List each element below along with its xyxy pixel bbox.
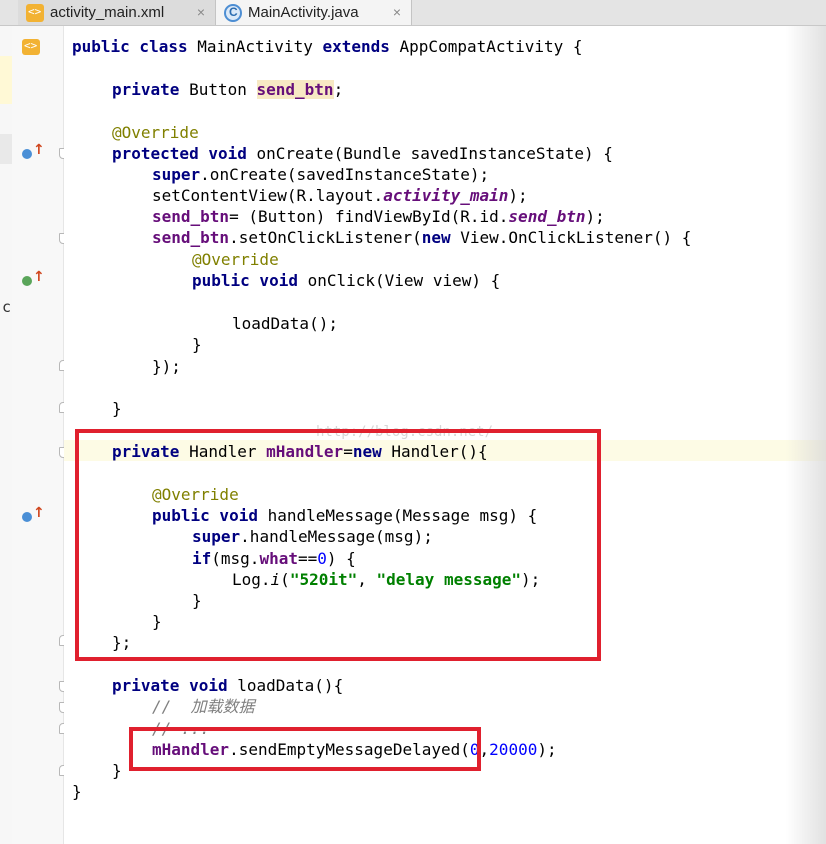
- close-tab-icon[interactable]: ×: [393, 4, 401, 20]
- tab-label: activity_main.xml: [50, 4, 165, 21]
- xml-file-icon: [26, 3, 44, 22]
- code-line-25: // 加载数据: [152, 697, 255, 716]
- editor-gutter: ↑ ↑ ↑: [12, 26, 68, 844]
- tab-main-activity-java[interactable]: MainActivity.java ×: [216, 0, 412, 25]
- code-line-11: loadData();: [232, 314, 338, 333]
- code-line-6: setContentView(R.layout.activity_main);: [152, 186, 528, 205]
- tab-activity-main-xml[interactable]: activity_main.xml ×: [18, 0, 216, 25]
- tab-label: MainActivity.java: [248, 4, 359, 21]
- code-line-4: protected void onCreate(Bundle savedInst…: [112, 144, 613, 163]
- java-class-icon: [224, 3, 242, 22]
- override-method-icon[interactable]: ↑: [22, 142, 45, 160]
- code-line-10: public void onClick(View view) {: [192, 271, 501, 290]
- implement-method-icon[interactable]: ↑: [22, 269, 45, 287]
- layout-file-icon[interactable]: [22, 39, 40, 55]
- code-line-5: super.onCreate(savedInstanceState);: [152, 165, 490, 184]
- code-line-28: }: [112, 761, 122, 780]
- code-line-2: private Button send_btn;: [112, 80, 344, 99]
- code-line-29: }: [72, 782, 82, 801]
- code-line-24: private void loadData(){: [112, 676, 344, 695]
- code-line-1: public class MainActivity extends AppCom…: [72, 37, 583, 56]
- code-line-8: send_btn.setOnClickListener(new View.OnC…: [152, 228, 692, 247]
- close-tab-icon[interactable]: ×: [197, 4, 205, 20]
- code-line-3: @Override: [112, 123, 199, 142]
- code-line-9: @Override: [192, 250, 279, 269]
- editor-tab-bar: activity_main.xml × MainActivity.java ×: [0, 0, 826, 26]
- handler-highlight-box: [75, 429, 601, 661]
- right-edge-shadow: [786, 26, 826, 844]
- code-line-12: }: [192, 335, 202, 354]
- code-line-13: });: [152, 357, 181, 376]
- send-message-highlight-box: [129, 727, 481, 771]
- code-line-7: send_btn= (Button) findViewById(R.id.sen…: [152, 207, 605, 226]
- code-line-14: }: [112, 399, 122, 418]
- left-strip-label: c: [2, 298, 12, 316]
- override-method-icon[interactable]: ↑: [22, 505, 45, 523]
